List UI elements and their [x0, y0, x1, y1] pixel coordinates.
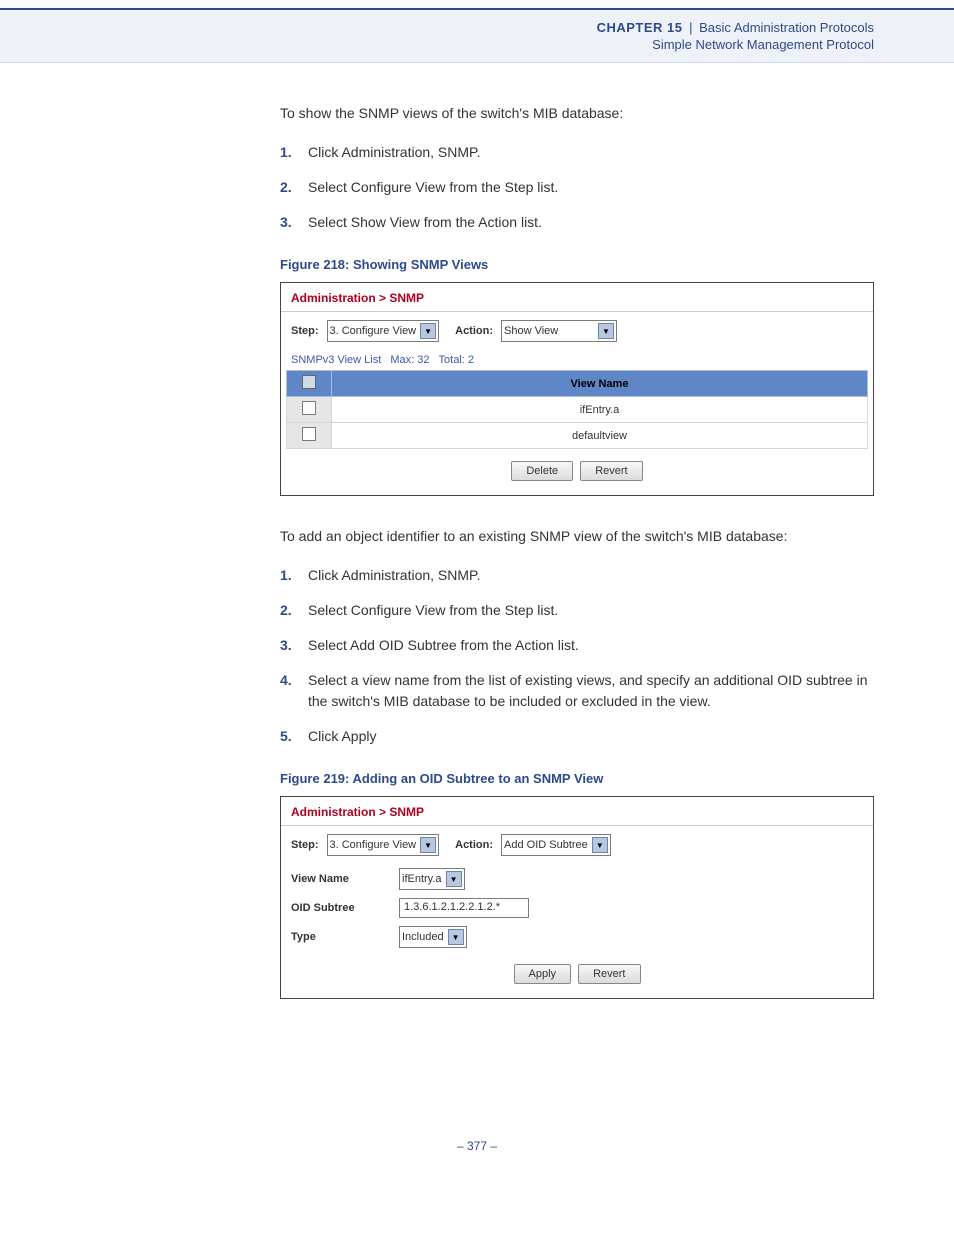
step-text: Select Configure View from the Step list…	[308, 179, 558, 195]
viewname-row: View Name ifEntry.a ▼	[281, 864, 873, 894]
step-text: Click Administration, SNMP.	[308, 567, 480, 583]
chevron-down-icon[interactable]: ▼	[448, 929, 464, 945]
step-text: Select a view name from the list of exis…	[308, 672, 868, 709]
table-row: defaultview	[287, 423, 868, 449]
list-label: SNMPv3 View List	[291, 354, 381, 366]
section1-steps: 1. Click Administration, SNMP. 2. Select C…	[280, 142, 874, 233]
list-max: Max: 32	[390, 354, 429, 366]
step-select-value: 3. Configure View	[330, 839, 417, 851]
viewname-value: ifEntry.a	[402, 873, 442, 885]
view-table: View Name ifEntry.a defaultview	[286, 370, 868, 449]
step-text: Click Apply	[308, 728, 376, 744]
chevron-down-icon[interactable]: ▼	[592, 837, 608, 853]
action-label: Action:	[455, 325, 493, 337]
page-content: To show the SNMP views of the switch's M…	[280, 103, 874, 999]
section2-steps: 1. Click Administration, SNMP. 2. Select C…	[280, 565, 874, 747]
row-checkbox[interactable]	[302, 427, 316, 441]
oid-label: OID Subtree	[291, 902, 399, 914]
step-number: 5.	[280, 726, 292, 747]
viewname-label: View Name	[291, 873, 399, 885]
step-label: Step:	[291, 325, 319, 337]
type-label: Type	[291, 931, 399, 943]
step-number: 2.	[280, 177, 292, 198]
breadcrumb: Administration > SNMP	[281, 283, 873, 312]
action-select[interactable]: Show View ▼	[501, 320, 617, 342]
controls-row: Step: 3. Configure View ▼ Action: Add OI…	[281, 826, 873, 864]
type-row: Type Included ▼	[281, 922, 873, 952]
list-info: SNMPv3 View List Max: 32 Total: 2	[281, 350, 873, 370]
chapter-title: Basic Administration Protocols	[699, 20, 874, 35]
apply-button[interactable]: Apply	[514, 964, 572, 984]
type-select[interactable]: Included ▼	[399, 926, 467, 948]
figure219-caption: Figure 219: Adding an OID Subtree to an …	[280, 771, 874, 786]
step-number: 3.	[280, 635, 292, 656]
figure218-screenshot: Administration > SNMP Step: 3. Configure…	[280, 282, 874, 496]
step-select-value: 3. Configure View	[330, 325, 417, 337]
button-row: Apply Revert	[281, 952, 873, 998]
row-viewname: defaultview	[332, 423, 868, 449]
chevron-down-icon[interactable]: ▼	[420, 837, 436, 853]
row-viewname: ifEntry.a	[332, 397, 868, 423]
breadcrumb: Administration > SNMP	[281, 797, 873, 826]
page-number: – 377 –	[0, 1139, 954, 1153]
step-number: 1.	[280, 142, 292, 163]
page-header: CHAPTER 15 | Basic Administration Protoc…	[0, 10, 954, 63]
header-separator: |	[686, 20, 695, 35]
delete-button[interactable]: Delete	[511, 461, 573, 481]
chevron-down-icon[interactable]: ▼	[446, 871, 462, 887]
step-text: Select Show View from the Action list.	[308, 214, 542, 230]
type-value: Included	[402, 931, 444, 943]
list-total: Total: 2	[439, 354, 474, 366]
figure218-caption: Figure 218: Showing SNMP Views	[280, 257, 874, 272]
checkbox-icon	[302, 375, 316, 389]
chapter-subtitle: Simple Network Management Protocol	[0, 37, 874, 52]
controls-row: Step: 3. Configure View ▼ Action: Show V…	[281, 312, 873, 350]
step-label: Step:	[291, 839, 319, 851]
step-text: Click Administration, SNMP.	[308, 144, 480, 160]
step-number: 3.	[280, 212, 292, 233]
action-select[interactable]: Add OID Subtree ▼	[501, 834, 611, 856]
action-select-value: Add OID Subtree	[504, 839, 588, 851]
revert-button[interactable]: Revert	[580, 461, 642, 481]
section1-intro: To show the SNMP views of the switch's M…	[280, 103, 874, 124]
step-select[interactable]: 3. Configure View ▼	[327, 834, 440, 856]
step-number: 2.	[280, 600, 292, 621]
step-number: 4.	[280, 670, 292, 691]
action-select-value: Show View	[504, 325, 558, 337]
table-row: ifEntry.a	[287, 397, 868, 423]
figure219-screenshot: Administration > SNMP Step: 3. Configure…	[280, 796, 874, 999]
viewname-header: View Name	[332, 371, 868, 397]
select-all-header[interactable]	[287, 371, 332, 397]
oid-row: OID Subtree 1.3.6.1.2.1.2.2.1.2.*	[281, 894, 873, 922]
row-checkbox[interactable]	[302, 401, 316, 415]
viewname-select[interactable]: ifEntry.a ▼	[399, 868, 465, 890]
button-row: Delete Revert	[281, 449, 873, 495]
step-text: Select Configure View from the Step list…	[308, 602, 558, 618]
step-text: Select Add OID Subtree from the Action l…	[308, 637, 579, 653]
step-number: 1.	[280, 565, 292, 586]
revert-button[interactable]: Revert	[578, 964, 640, 984]
step-select[interactable]: 3. Configure View ▼	[327, 320, 440, 342]
top-border	[0, 0, 954, 10]
section2-intro: To add an object identifier to an existi…	[280, 526, 874, 547]
chevron-down-icon[interactable]: ▼	[420, 323, 436, 339]
action-label: Action:	[455, 839, 493, 851]
chapter-label: CHAPTER 15	[597, 20, 683, 35]
oid-input[interactable]: 1.3.6.1.2.1.2.2.1.2.*	[399, 898, 529, 918]
chevron-down-icon[interactable]: ▼	[598, 323, 614, 339]
